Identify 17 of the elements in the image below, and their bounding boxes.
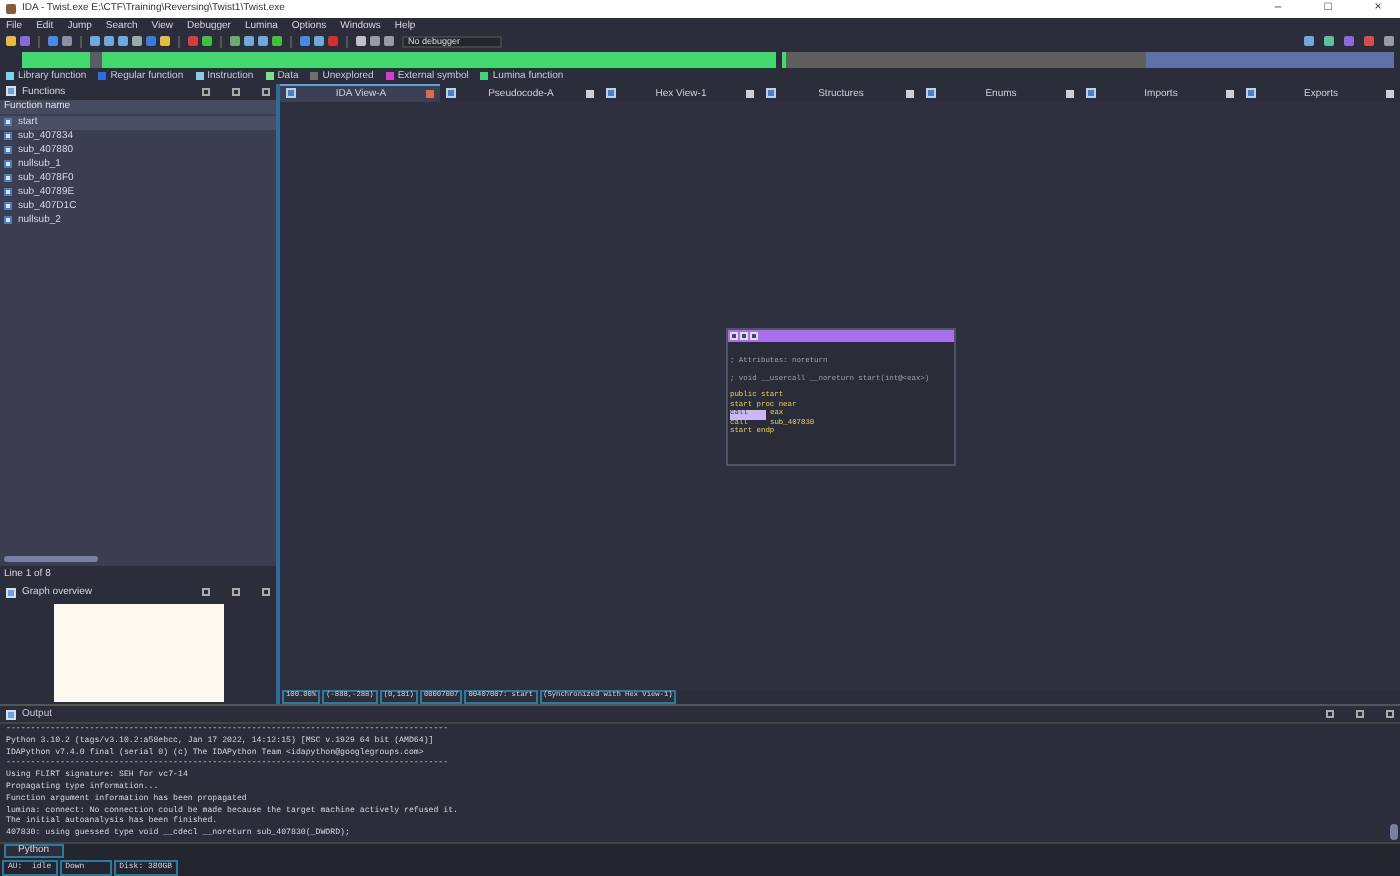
window-icon [1086,88,1096,99]
window-icon [606,88,616,99]
window-icon [926,88,936,99]
scrollbar[interactable] [0,554,276,567]
window-icon [286,88,296,99]
app-icon [6,3,16,14]
window-icon [1246,88,1256,99]
close-tab-icon[interactable] [746,89,754,98]
window-icon [446,88,456,99]
output-icon [6,709,16,720]
close-tab-icon[interactable] [1066,89,1074,98]
close-tab-icon[interactable] [1226,89,1234,98]
close-tab-icon[interactable] [906,89,914,98]
close-tab-icon[interactable] [1386,89,1394,98]
functions-icon [6,86,16,97]
close-tab-icon[interactable] [586,89,594,98]
window-icon [766,88,776,99]
